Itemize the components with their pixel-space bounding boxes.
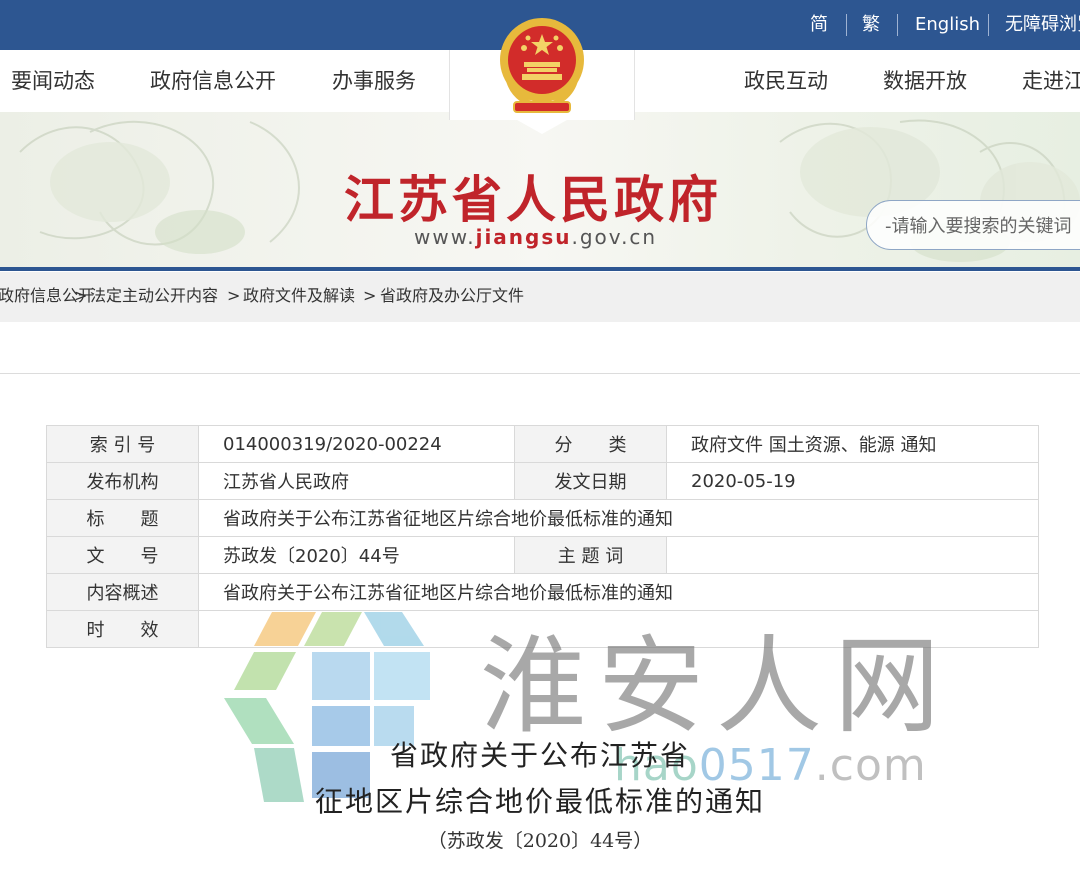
table-row: 标 题 省政府关于公布江苏省征地区片综合地价最低标准的通知 <box>46 499 1039 537</box>
document-number: （苏政发〔2020〕44号） <box>427 830 653 852</box>
banner-border <box>0 267 1080 271</box>
nav-services[interactable]: 办事服务 <box>332 50 416 112</box>
label-issue-date: 发文日期 <box>514 462 667 500</box>
value-issuer: 江苏省人民政府 <box>198 462 515 500</box>
divider <box>897 14 898 36</box>
document-title-line-1: 省政府关于公布江苏省 <box>389 739 690 772</box>
breadcrumb-item[interactable]: 省政府及办公厅文件 <box>380 272 524 322</box>
label-keywords: 主 题 词 <box>514 536 667 574</box>
value-category: 政府文件 国土资源、能源 通知 <box>666 425 1039 463</box>
breadcrumb-separator: > <box>363 286 377 305</box>
label-validity: 时 效 <box>46 610 199 648</box>
label-title: 标 题 <box>46 499 199 537</box>
site-url: www.jiangsu.gov.cn <box>414 225 657 249</box>
label-summary: 内容概述 <box>46 573 199 611</box>
breadcrumb-separator: > <box>74 286 88 305</box>
breadcrumb-separator: > <box>227 286 241 305</box>
table-row: 索 引 号 014000319/2020-00224 分 类 政府文件 国土资源… <box>46 425 1039 463</box>
table-row: 文 号 苏政发〔2020〕44号 主 题 词 <box>46 536 1039 574</box>
value-index-number: 014000319/2020-00224 <box>198 425 515 463</box>
label-doc-number: 文 号 <box>46 536 199 574</box>
site-url-domain: jiangsu <box>475 225 572 249</box>
search-box[interactable] <box>866 200 1080 250</box>
nav-about-jiangsu[interactable]: 走进江苏 <box>1022 50 1080 112</box>
national-emblem-icon[interactable] <box>494 16 590 116</box>
divider <box>988 14 989 36</box>
label-index-number: 索 引 号 <box>46 425 199 463</box>
value-issue-date: 2020-05-19 <box>666 462 1039 500</box>
search-input[interactable] <box>885 213 1080 239</box>
breadcrumb-item[interactable]: 法定主动公开内容 <box>90 272 218 322</box>
breadcrumb-item[interactable]: 政府文件及解读 <box>243 272 355 322</box>
divider <box>0 373 1080 374</box>
site-title[interactable]: 江苏省人民政府 <box>344 160 722 232</box>
accessibility-link[interactable]: 无障碍浏览 <box>1005 0 1080 50</box>
watermark-text: 淮安人网 <box>480 625 952 748</box>
value-title: 省政府关于公布江苏省征地区片综合地价最低标准的通知 <box>198 499 1039 537</box>
lang-simplified[interactable]: 简 <box>810 0 828 50</box>
nav-open-data[interactable]: 数据开放 <box>883 50 967 112</box>
lang-english[interactable]: English <box>915 0 980 50</box>
divider <box>846 14 847 36</box>
document-title-line-2: 征地区片综合地价最低标准的通知 <box>314 785 765 818</box>
value-doc-number: 苏政发〔2020〕44号 <box>198 536 515 574</box>
site-url-prefix: www. <box>414 225 476 249</box>
nav-news[interactable]: 要闻动态 <box>11 50 95 112</box>
site-url-suffix: .gov.cn <box>571 225 658 249</box>
nav-gov-info[interactable]: 政府信息公开 <box>150 50 276 112</box>
table-row: 发布机构 江苏省人民政府 发文日期 2020-05-19 <box>46 462 1039 500</box>
label-issuer: 发布机构 <box>46 462 199 500</box>
value-keywords <box>666 536 1039 574</box>
label-category: 分 类 <box>514 425 667 463</box>
nav-interaction[interactable]: 政民互动 <box>744 50 828 112</box>
lang-traditional[interactable]: 繁 <box>862 0 880 50</box>
